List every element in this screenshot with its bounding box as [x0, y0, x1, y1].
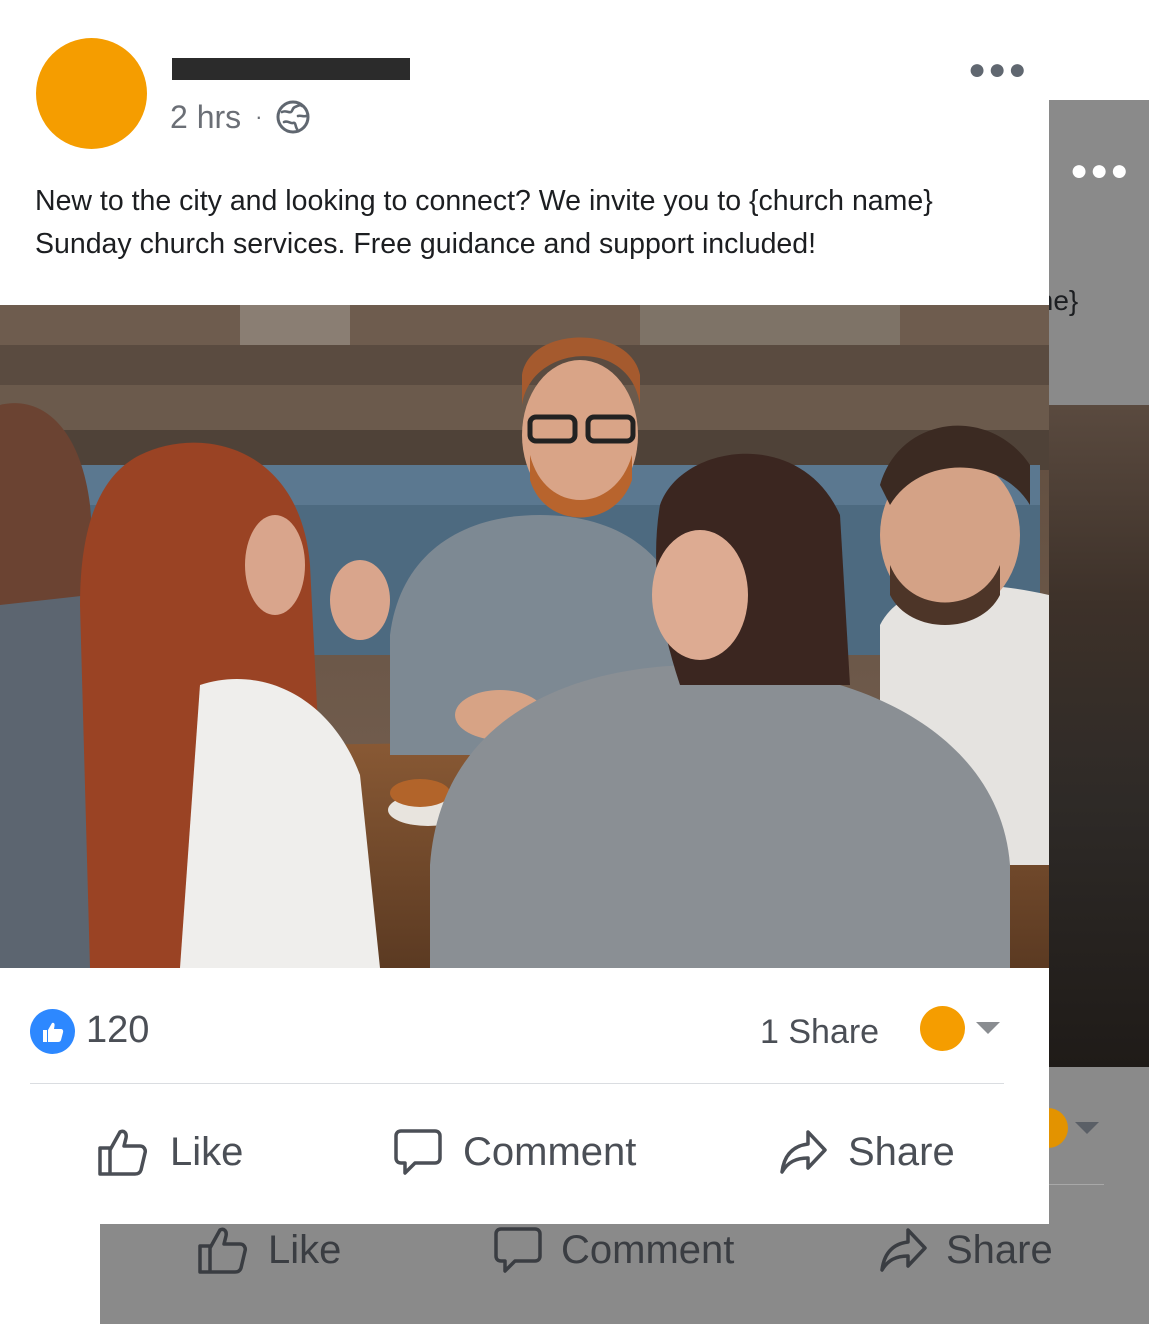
share-label: Share: [848, 1129, 955, 1174]
back-share-label: Share: [946, 1227, 1053, 1272]
meta-separator: ·: [255, 104, 263, 129]
back-like-icon: [198, 1227, 247, 1274]
post-meta: 2 hrs ·: [170, 97, 310, 137]
author-name-redacted[interactable]: [172, 58, 410, 80]
caret-down-icon[interactable]: [976, 1022, 1000, 1034]
share-button[interactable]: Share: [778, 1112, 955, 1192]
like-button[interactable]: Like: [96, 1112, 243, 1192]
back-more-options-icon: ●●●: [1070, 154, 1131, 187]
author-avatar[interactable]: [36, 38, 147, 149]
like-icon: [98, 1129, 147, 1176]
like-label: Like: [170, 1129, 244, 1174]
share-avatar[interactable]: [920, 1006, 965, 1051]
comment-button[interactable]: Comment: [393, 1112, 636, 1192]
post-text: New to the city and looking to connect? …: [35, 185, 933, 260]
comment-icon: [394, 1129, 442, 1175]
share-count[interactable]: 1 Share: [760, 1008, 879, 1056]
divider: [30, 1083, 1004, 1084]
back-comment-label: Comment: [561, 1227, 735, 1272]
back-caret-down-icon: [1075, 1122, 1099, 1134]
like-reaction-icon[interactable]: [30, 1009, 75, 1054]
group-photo: [0, 305, 1049, 968]
post-photo[interactable]: [0, 305, 1049, 968]
more-options-icon[interactable]: ●●●: [968, 55, 1028, 85]
post-card: 2 hrs · ●●● New to the city and looking …: [0, 0, 1049, 1224]
globe-icon[interactable]: [276, 100, 310, 134]
back-comment-icon: [494, 1227, 542, 1273]
like-count[interactable]: 120: [86, 1006, 149, 1054]
back-post-photo: [1048, 405, 1149, 1067]
post-timestamp[interactable]: 2 hrs: [170, 99, 241, 136]
back-like-label: Like: [268, 1227, 342, 1272]
thumbs-up-icon: [42, 1022, 63, 1042]
back-divider: [1048, 1184, 1104, 1185]
share-icon: [780, 1130, 827, 1174]
back-share-icon: [880, 1228, 927, 1272]
comment-label: Comment: [463, 1129, 637, 1174]
